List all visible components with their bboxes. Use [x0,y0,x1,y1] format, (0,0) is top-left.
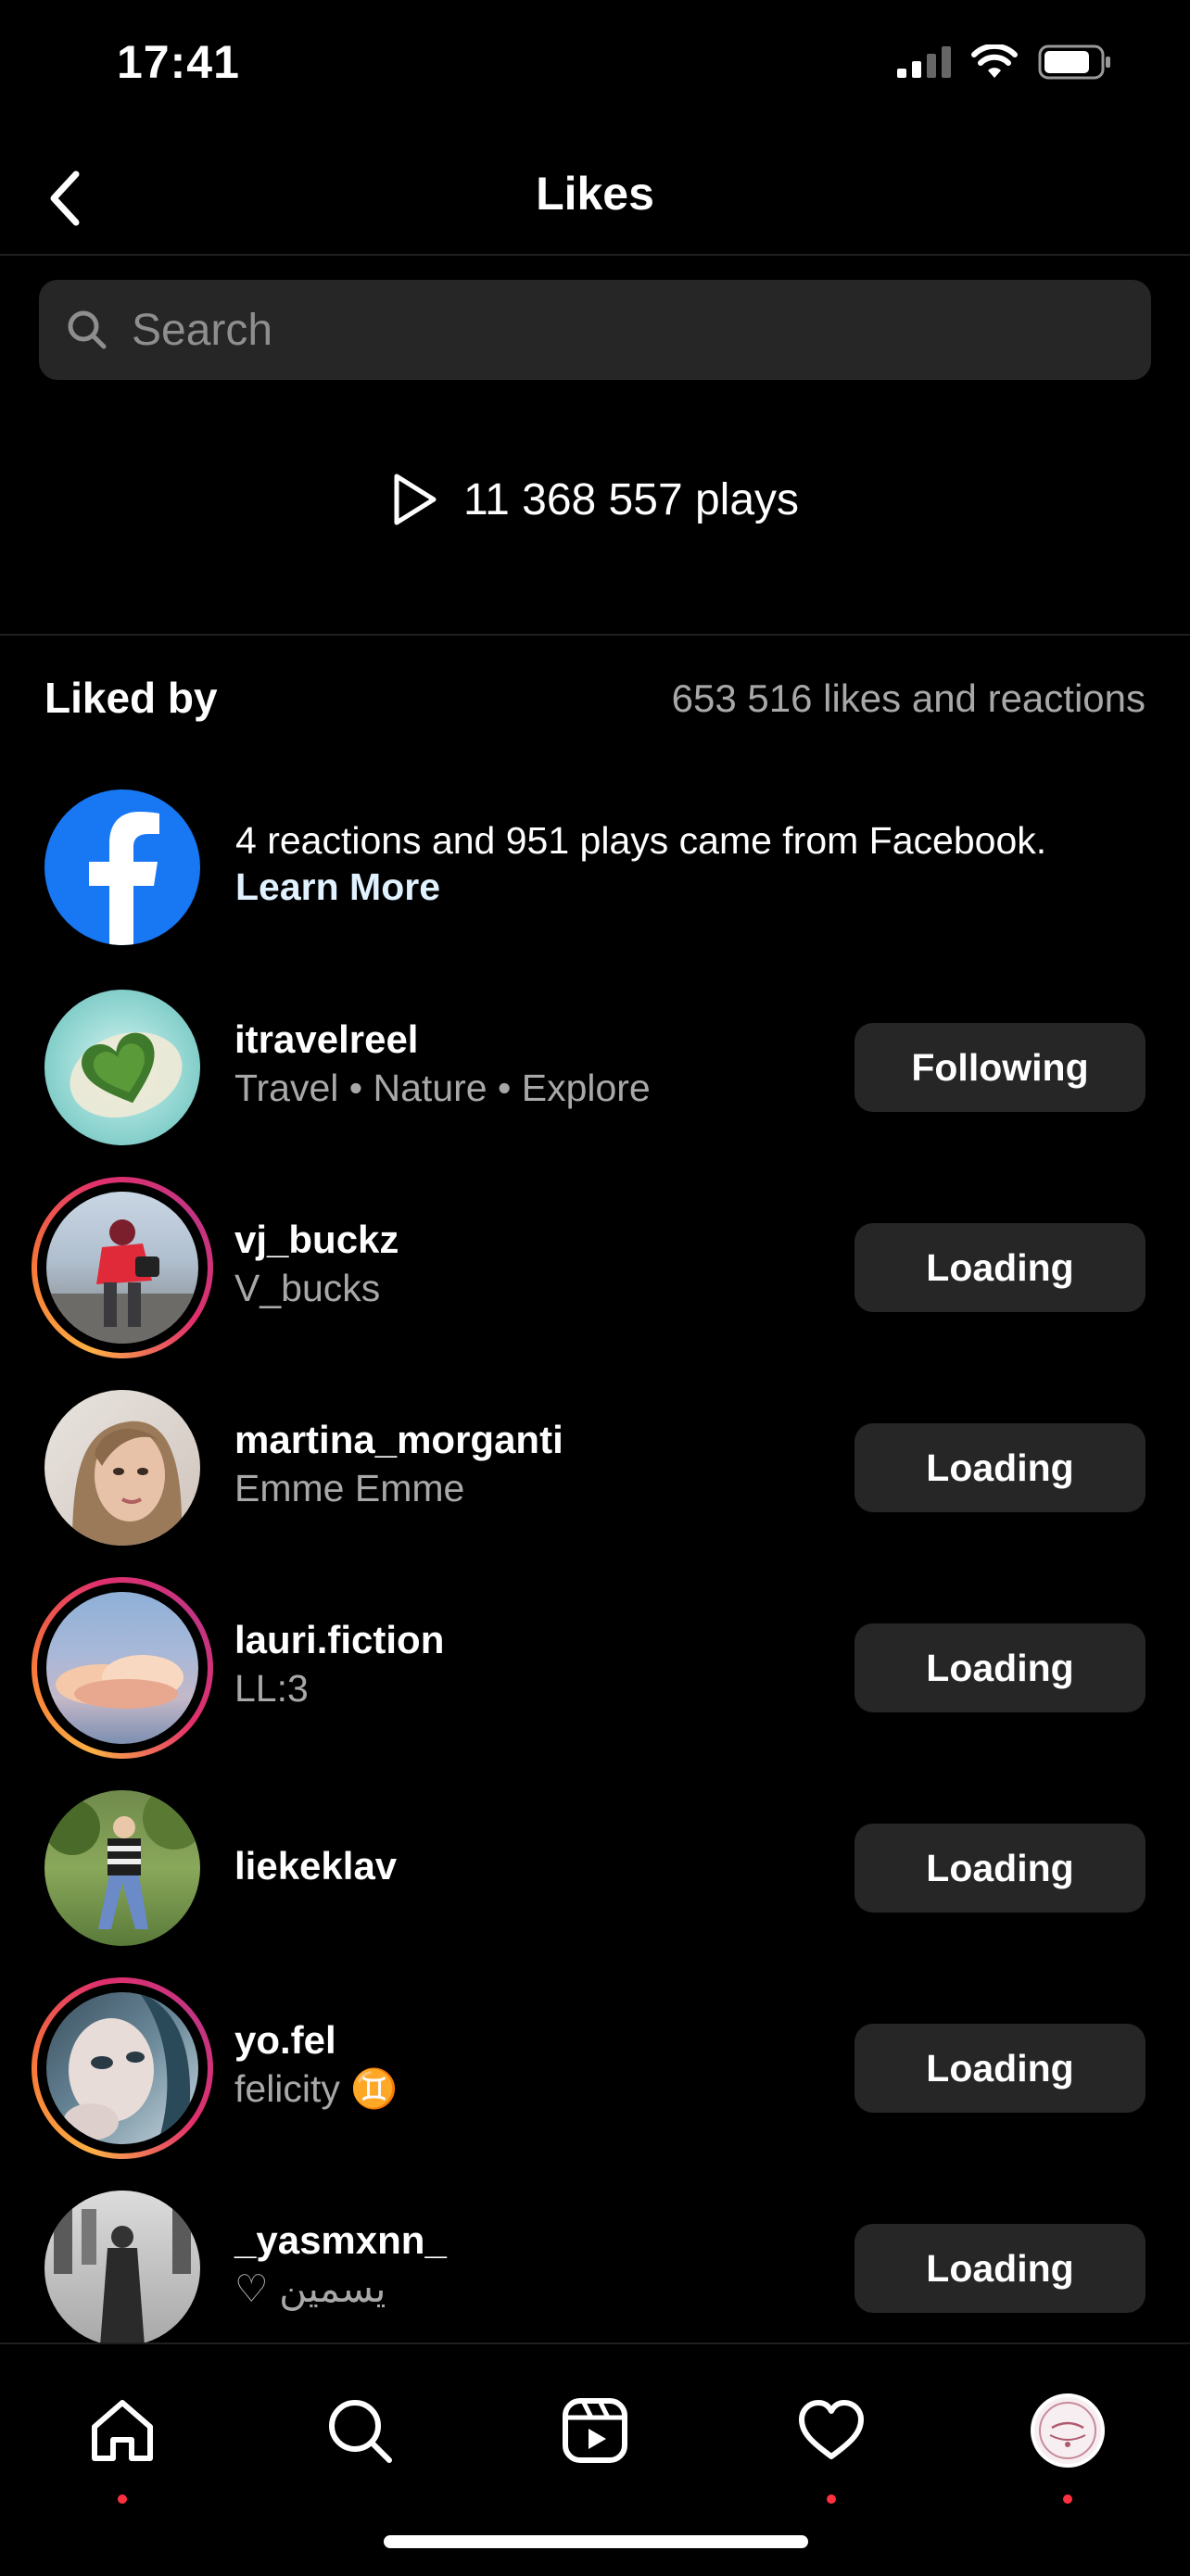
cellular-signal-icon [897,46,951,78]
user-subtitle: Travel • Nature • Explore [234,1067,651,1109]
user-text: yo.fel felicity ♊️ [234,2016,398,2113]
user-text: itravelreel Travel • Nature • Explore [234,1016,651,1112]
list-item[interactable]: liekeklav Loading [0,1777,1190,1959]
tab-reels[interactable] [544,2380,646,2481]
tab-home[interactable] [71,2380,173,2504]
liked-by-title: Liked by [44,674,218,722]
user-text: _yasmxnn_ ♡ يسمين [234,2216,447,2313]
user-subtitle: LL:3 [234,1667,309,1710]
tab-search[interactable] [309,2380,411,2481]
username[interactable]: itravelreel [234,1016,651,1064]
user-subtitle: Emme Emme [234,1467,465,1509]
play-outline-icon [394,474,437,525]
avatar[interactable] [32,1177,213,1358]
facebook-logo-icon [44,789,200,945]
avatar[interactable] [32,1977,213,2159]
likes-count[interactable]: 653 516 likes and reactions [672,676,1146,721]
avatar[interactable] [32,1577,213,1759]
magnifier-icon [63,306,111,354]
facebook-note-text: 4 reactions and 951 plays came from Face… [235,819,1047,862]
username[interactable]: liekeklav [234,1842,397,1890]
nav-header: Likes [0,139,1190,256]
user-subtitle: ♡ يسمين [234,2267,386,2310]
follow-button[interactable]: Loading [855,1423,1146,1512]
home-indicator [384,2535,808,2548]
username[interactable]: martina_morganti [234,1416,563,1464]
following-button[interactable]: Following [855,1023,1146,1112]
avatar[interactable] [32,1777,213,1959]
list-item[interactable]: itravelreel Travel • Nature • Explore Fo… [0,977,1190,1158]
username[interactable]: _yasmxnn_ [234,2216,447,2265]
list-item[interactable]: _yasmxnn_ ♡ يسمين Loading [0,2178,1190,2359]
search-bar[interactable] [39,280,1151,380]
facebook-note-row: 4 reactions and 951 plays came from Face… [44,789,1147,945]
heart-icon [799,2400,864,2459]
notification-dot [118,2494,127,2504]
tab-activity[interactable] [780,2380,882,2504]
plays-row: 11 368 557 plays [0,473,1190,526]
user-subtitle: felicity ♊️ [234,2067,399,2110]
status-icons [897,44,1112,80]
username[interactable]: yo.fel [234,2016,398,2065]
notification-dot [1063,2494,1072,2504]
follow-button[interactable]: Loading [855,2224,1146,2313]
wifi-icon [971,44,1018,78]
notification-dot [827,2494,836,2504]
user-text: vj_buckz V_bucks [234,1216,399,1312]
reels-icon [563,2398,627,2463]
home-icon [92,2400,153,2461]
username[interactable]: vj_buckz [234,1216,399,1264]
search-icon [329,2400,392,2463]
status-bar: 17:41 [0,0,1190,139]
section-divider [0,634,1190,636]
search-input[interactable] [130,303,1107,357]
user-text: martina_morganti Emme Emme [234,1416,563,1512]
list-item[interactable]: yo.fel felicity ♊️ Loading [0,1977,1190,2159]
page-title: Likes [536,168,654,220]
profile-avatar [1031,2393,1105,2468]
learn-more-link[interactable]: Learn More [235,864,1153,910]
plays-count: 11 368 557 plays [462,474,800,524]
user-subtitle: V_bucks [234,1267,381,1309]
status-time: 17:41 [117,36,240,88]
battery-icon [1038,44,1110,80]
follow-button[interactable]: Loading [855,1223,1146,1312]
follow-button[interactable]: Loading [855,2024,1146,2113]
avatar[interactable] [32,1377,213,1559]
list-item[interactable]: vj_buckz V_bucks Loading [0,1177,1190,1358]
tab-profile[interactable] [1017,2380,1119,2504]
user-text: lauri.fiction LL:3 [234,1616,444,1712]
follow-button[interactable]: Loading [855,1824,1146,1913]
username[interactable]: lauri.fiction [234,1616,444,1664]
avatar[interactable] [32,977,213,1158]
user-text: liekeklav [234,1842,397,1890]
list-item[interactable]: lauri.fiction LL:3 Loading [0,1577,1190,1759]
follow-button[interactable]: Loading [855,1623,1146,1712]
facebook-note: 4 reactions and 951 plays came from Face… [235,817,1153,910]
list-item[interactable]: martina_morganti Emme Emme Loading [0,1377,1190,1559]
avatar[interactable] [32,2178,213,2359]
